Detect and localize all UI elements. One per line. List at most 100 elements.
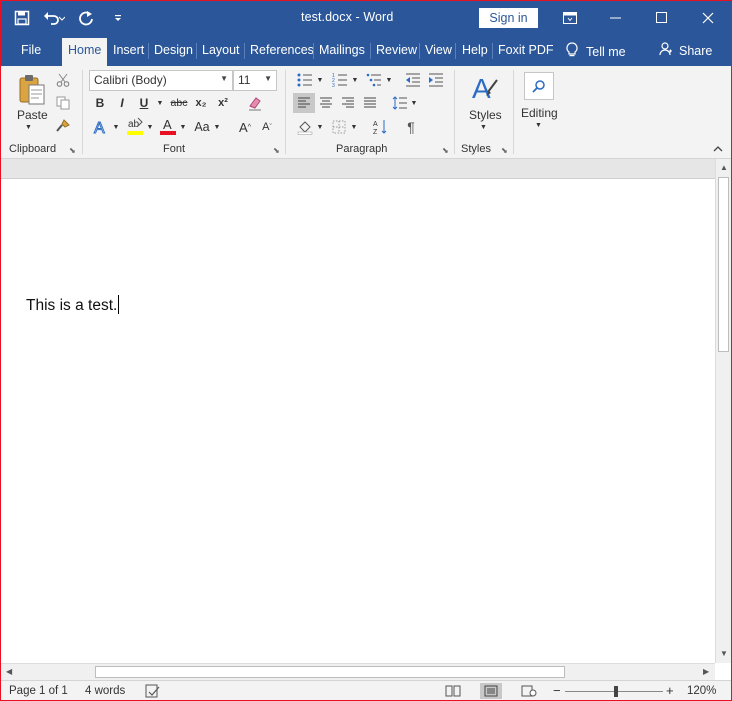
underline-button[interactable]: U <box>136 94 152 112</box>
tab-foxit-pdf[interactable]: Foxit PDF <box>498 43 554 57</box>
strikethrough-button[interactable]: abc <box>168 94 190 112</box>
show-formatting-button[interactable]: ¶ <box>401 117 421 137</box>
sign-in-button[interactable]: Sign in <box>479 8 538 28</box>
editing-dropdown-icon[interactable]: ▼ <box>535 122 542 129</box>
scroll-down-icon[interactable]: ▼ <box>720 649 728 658</box>
superscript-button[interactable]: x² <box>215 94 231 112</box>
ribbon-display-options-icon[interactable] <box>547 1 593 35</box>
text-effects-icon[interactable]: A <box>91 117 111 137</box>
sort-icon[interactable]: AZ <box>371 117 391 137</box>
customize-icon[interactable] <box>105 6 131 30</box>
paste-dropdown-icon[interactable]: ▼ <box>25 124 32 131</box>
tab-design[interactable]: Design <box>154 43 193 57</box>
clear-formatting-icon[interactable] <box>245 93 265 113</box>
multilevel-dropdown-icon[interactable]: ▼ <box>384 71 394 89</box>
paragraph-launcher-icon[interactable]: ⬊ <box>442 146 449 155</box>
increase-indent-icon[interactable] <box>426 71 446 89</box>
scroll-left-icon[interactable]: ◀ <box>6 667 12 676</box>
clipboard-launcher-icon[interactable]: ⬊ <box>69 146 76 155</box>
bullets-icon[interactable] <box>295 71 315 89</box>
tab-mailings[interactable]: Mailings <box>319 43 365 57</box>
line-spacing-dropdown-icon[interactable]: ▼ <box>409 93 419 113</box>
numbering-dropdown-icon[interactable]: ▼ <box>350 71 360 89</box>
align-left-icon[interactable] <box>293 93 315 113</box>
font-name-combo[interactable]: Calibri (Body) ▼ <box>89 70 233 91</box>
subscript-button[interactable]: x₂ <box>193 94 209 112</box>
bold-button[interactable]: B <box>92 94 108 112</box>
change-case-button[interactable]: Aa <box>192 117 212 137</box>
shading-icon[interactable] <box>295 117 315 137</box>
save-icon[interactable] <box>9 6 35 30</box>
tab-file[interactable]: File <box>21 43 41 57</box>
undo-icon[interactable] <box>41 6 67 30</box>
text-effects-dropdown-icon[interactable]: ▼ <box>111 117 121 137</box>
numbering-icon[interactable]: 123 <box>330 71 350 89</box>
highlight-dropdown-icon[interactable]: ▼ <box>145 117 155 137</box>
align-right-icon[interactable] <box>337 93 359 113</box>
format-painter-icon[interactable] <box>54 117 72 135</box>
font-color-dropdown-icon[interactable]: ▼ <box>178 117 188 137</box>
tab-review[interactable]: Review <box>376 43 417 57</box>
word-count[interactable]: 4 words <box>85 685 125 697</box>
tab-references[interactable]: References <box>250 43 314 57</box>
close-icon[interactable] <box>685 1 731 35</box>
cut-icon[interactable] <box>54 71 72 89</box>
print-layout-icon[interactable] <box>480 683 502 699</box>
borders-icon[interactable] <box>329 117 349 137</box>
maximize-icon[interactable] <box>639 1 685 35</box>
grow-font-button[interactable]: A ^ <box>237 117 253 137</box>
horizontal-scrollbar[interactable]: ◀ ▶ <box>1 663 715 680</box>
tab-home[interactable]: Home <box>62 38 108 66</box>
document-body[interactable]: This is a test. <box>26 295 120 315</box>
lightbulb-icon <box>566 42 578 61</box>
multilevel-list-icon[interactable] <box>364 71 384 89</box>
grow-font-label: A <box>239 119 248 135</box>
scroll-up-icon[interactable]: ▲ <box>720 163 728 172</box>
tab-layout[interactable]: Layout <box>202 43 240 57</box>
decrease-indent-icon[interactable] <box>403 71 423 89</box>
tab-help[interactable]: Help <box>462 43 488 57</box>
redo-icon[interactable] <box>73 6 99 30</box>
paste-icon[interactable] <box>15 72 49 108</box>
shrink-font-label: A <box>262 121 270 133</box>
font-color-icon[interactable]: A <box>158 115 178 137</box>
styles-dropdown-icon[interactable]: ▼ <box>480 124 487 131</box>
shrink-font-button[interactable]: Aˇ <box>259 117 275 137</box>
copy-icon[interactable] <box>54 94 72 112</box>
vertical-scroll-thumb[interactable] <box>718 177 729 352</box>
change-case-dropdown-icon[interactable]: ▼ <box>212 117 222 137</box>
zoom-out-button[interactable]: − <box>553 683 561 698</box>
italic-button[interactable]: I <box>114 94 130 112</box>
page-count[interactable]: Page 1 of 1 <box>9 685 68 697</box>
tab-insert[interactable]: Insert <box>113 43 144 57</box>
scroll-right-icon[interactable]: ▶ <box>703 667 709 676</box>
share-button[interactable]: Share <box>659 42 712 59</box>
shading-dropdown-icon[interactable]: ▼ <box>315 117 325 137</box>
tab-view[interactable]: View <box>425 43 452 57</box>
proofing-icon[interactable] <box>145 684 161 700</box>
tell-me-box[interactable]: Tell me <box>566 42 626 61</box>
zoom-slider-thumb[interactable] <box>614 686 618 697</box>
font-size-combo[interactable]: 11 ▼ <box>233 70 277 91</box>
underline-dropdown-icon[interactable]: ▼ <box>155 94 165 112</box>
align-center-icon[interactable] <box>315 93 337 113</box>
horizontal-scroll-thumb[interactable] <box>95 666 565 678</box>
borders-dropdown-icon[interactable]: ▼ <box>349 117 359 137</box>
find-icon[interactable] <box>524 72 554 100</box>
collapse-ribbon-icon[interactable] <box>713 144 723 155</box>
bullets-dropdown-icon[interactable]: ▼ <box>315 71 325 89</box>
line-spacing-icon[interactable] <box>391 93 409 113</box>
font-launcher-icon[interactable]: ⬊ <box>273 146 280 155</box>
web-layout-icon[interactable] <box>518 683 540 699</box>
highlight-icon[interactable]: ab <box>125 115 145 137</box>
styles-icon[interactable]: A <box>469 71 501 105</box>
zoom-in-button[interactable]: + <box>666 683 674 698</box>
tab-separator <box>196 43 197 59</box>
minimize-icon[interactable] <box>593 1 639 35</box>
justify-icon[interactable] <box>359 93 381 113</box>
zoom-level[interactable]: 120% <box>687 685 716 697</box>
vertical-scrollbar[interactable]: ▲ ▼ <box>715 159 731 663</box>
styles-launcher-icon[interactable]: ⬊ <box>501 146 508 155</box>
read-mode-icon[interactable] <box>442 683 464 699</box>
document-page[interactable]: This is a test. <box>1 179 715 663</box>
